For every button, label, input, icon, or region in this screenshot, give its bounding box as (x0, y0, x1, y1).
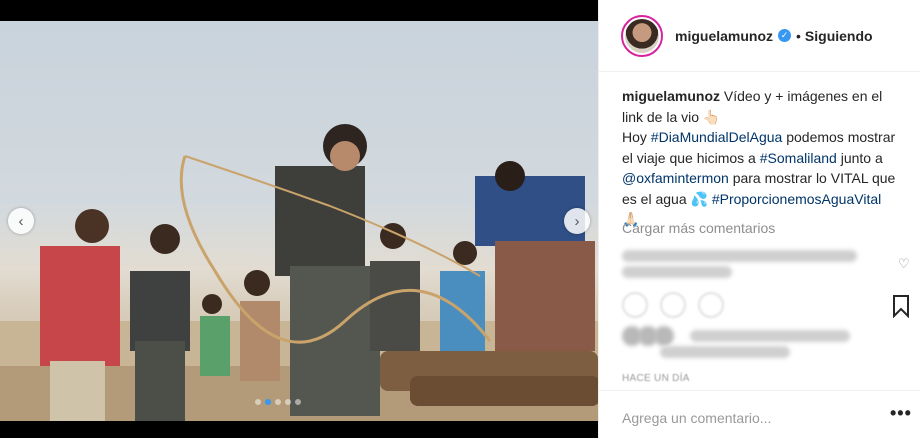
hashtag-link[interactable]: #Somaliland (760, 150, 837, 166)
likes-blurred (660, 346, 790, 358)
carousel-dot (295, 399, 301, 405)
bookmark-icon[interactable] (892, 294, 910, 318)
carousel-dot (255, 399, 261, 405)
hashtag-link[interactable]: #ProporcionemosAguaVital (712, 191, 881, 207)
comment-icon[interactable] (660, 292, 686, 318)
carousel-dot (265, 399, 271, 405)
more-options-button[interactable]: ••• (890, 403, 912, 424)
like-heart-icon[interactable] (622, 292, 648, 318)
avatar[interactable] (621, 14, 663, 57)
post-timestamp[interactable]: HACE UN DÍA (622, 373, 690, 384)
carousel-dot (275, 399, 281, 405)
load-more-comments-button[interactable]: Cargar más comentarios (622, 220, 775, 236)
carousel-indicator (255, 399, 301, 405)
post-header: miguelamunoz ✓ • Siguiendo (599, 0, 920, 72)
header-separator: • (796, 27, 801, 44)
mention-link[interactable]: @oxfamintermon (622, 170, 729, 186)
likes-avatars (622, 326, 674, 346)
following-button[interactable]: Siguiendo (805, 28, 873, 44)
post-media: ‹ › (0, 0, 598, 438)
divider (598, 390, 920, 391)
action-icons (622, 292, 724, 318)
username-link[interactable]: miguelamunoz (675, 28, 773, 44)
share-icon[interactable] (698, 292, 724, 318)
comment-input[interactable]: Agrega un comentario... (622, 410, 771, 426)
photo-illustration (0, 124, 598, 421)
carousel-prev-button[interactable]: ‹ (8, 208, 34, 234)
likes-blurred (690, 330, 850, 342)
hashtag-link[interactable]: #DiaMundialDelAgua (651, 129, 783, 145)
carousel-next-button[interactable]: › (564, 208, 590, 234)
caption-author-link[interactable]: miguelamunoz (622, 88, 720, 104)
verified-badge-icon: ✓ (778, 29, 792, 42)
carousel-dot (285, 399, 291, 405)
post-photo (0, 21, 598, 421)
caption-text: Hoy (622, 129, 651, 145)
comment-blurred (622, 266, 732, 278)
post-caption: miguelamunoz Vídeo y + imágenes en el li… (622, 86, 902, 230)
caption-text: junto a (836, 149, 883, 166)
comment-like-heart-icon[interactable]: ♡ (898, 256, 910, 272)
comment-blurred (622, 250, 857, 262)
